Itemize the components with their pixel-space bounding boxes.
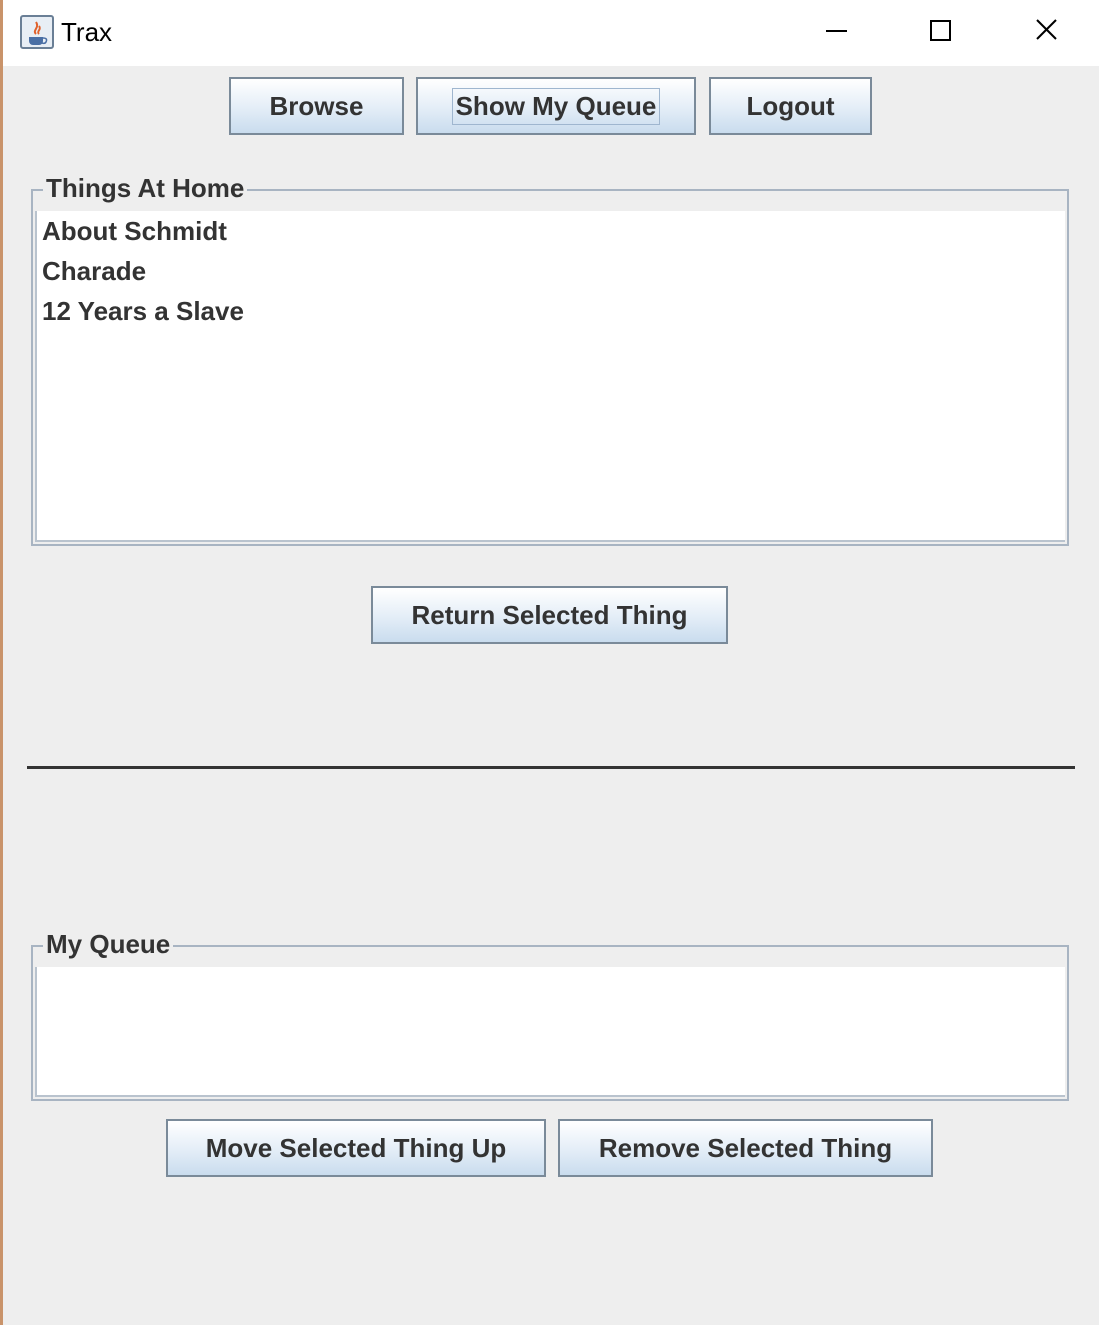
my-queue-panel: My Queue <box>31 927 1069 1101</box>
logout-button[interactable]: Logout <box>709 77 872 135</box>
return-selected-thing-button[interactable]: Return Selected Thing <box>371 586 728 644</box>
things-at-home-list[interactable]: About Schmidt Charade 12 Years a Slave <box>35 211 1065 542</box>
java-coffee-icon <box>20 15 54 49</box>
list-item[interactable]: 12 Years a Slave <box>37 291 1065 331</box>
my-queue-title: My Queue <box>43 927 174 961</box>
minimize-icon <box>826 30 847 32</box>
list-item[interactable]: About Schmidt <box>37 211 1065 251</box>
separator <box>27 766 1075 769</box>
my-queue-list[interactable] <box>35 967 1065 1097</box>
window-title: Trax <box>61 17 113 47</box>
show-my-queue-button[interactable]: Show My Queue <box>416 77 696 135</box>
title-bar[interactable]: Trax <box>3 0 1099 66</box>
trax-window: Trax Browse Show My Queue Logout Things … <box>3 0 1099 1325</box>
minimize-button[interactable] <box>784 0 888 66</box>
things-at-home-panel: Things At Home About Schmidt Charade 12 … <box>31 171 1069 546</box>
remove-selected-thing-button[interactable]: Remove Selected Thing <box>558 1119 933 1177</box>
move-selected-thing-up-label: Move Selected Thing Up <box>205 1132 507 1163</box>
browse-button[interactable]: Browse <box>229 77 404 135</box>
show-my-queue-button-label: Show My Queue <box>451 87 661 125</box>
return-selected-thing-label: Return Selected Thing <box>411 599 688 630</box>
maximize-button[interactable] <box>889 0 993 66</box>
maximize-icon <box>930 20 951 41</box>
move-selected-thing-up-button[interactable]: Move Selected Thing Up <box>166 1119 546 1177</box>
logout-button-label: Logout <box>746 90 835 121</box>
close-icon <box>1036 19 1057 40</box>
things-at-home-title: Things At Home <box>43 171 248 205</box>
close-button[interactable] <box>995 0 1099 66</box>
remove-selected-thing-label: Remove Selected Thing <box>598 1132 893 1163</box>
list-item[interactable]: Charade <box>37 251 1065 291</box>
browse-button-label: Browse <box>269 90 364 121</box>
